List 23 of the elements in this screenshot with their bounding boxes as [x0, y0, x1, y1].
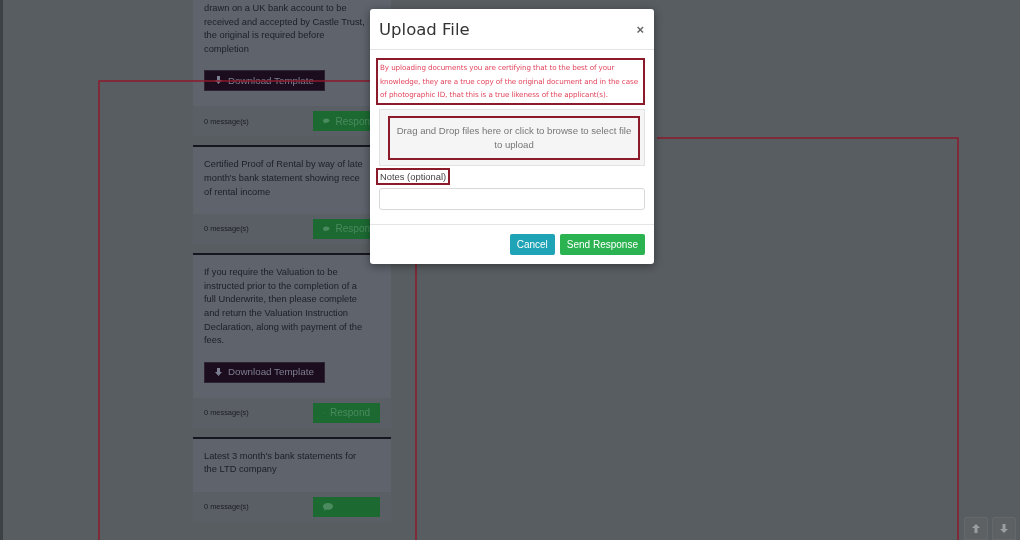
- scroll-down-button[interactable]: [992, 517, 1016, 540]
- download-icon: [215, 367, 222, 377]
- send-response-button[interactable]: Send Response: [559, 233, 645, 255]
- requirement-text: If you require the Valuation to be instructed prior to the completion of a full Underwrite, then please complete and return the Valuation Instruction Declaration, along with payment of the fees.: [204, 266, 364, 348]
- speech-bubble-icon: [323, 117, 330, 126]
- arrow-down-icon: [1000, 524, 1008, 533]
- speech-bubble-icon: [323, 502, 333, 511]
- arrow-up-icon: [972, 524, 980, 533]
- cancel-button[interactable]: Cancel: [509, 233, 555, 255]
- requirement-text: drawn on a UK bank account to be received and accepted by Castle Trust, the original is required before completion: [204, 2, 366, 56]
- scroll-up-button[interactable]: [964, 517, 988, 540]
- download-icon: [215, 76, 222, 86]
- close-button[interactable]: ×: [636, 21, 644, 37]
- drop-zone[interactable]: Drag and Drop files here or click to browse to select file to upload: [379, 108, 645, 166]
- respond-button[interactable]: [313, 496, 380, 517]
- download-template-button[interactable]: Download Template: [204, 361, 325, 383]
- notes-label: Notes (optional): [376, 167, 451, 185]
- drop-zone-text: Drag and Drop files here or click to browse to select file to upload: [388, 115, 640, 160]
- speech-bubble-icon: [323, 225, 330, 234]
- requirement-text: Certified Proof of Rental by way of late month's bank statement showing rece of rental income: [204, 158, 364, 199]
- notes-input-field[interactable]: [379, 187, 645, 210]
- dialog-title: Upload File: [379, 19, 470, 39]
- requirement-text: Latest 3 month's bank statements for the LTD company: [204, 449, 358, 477]
